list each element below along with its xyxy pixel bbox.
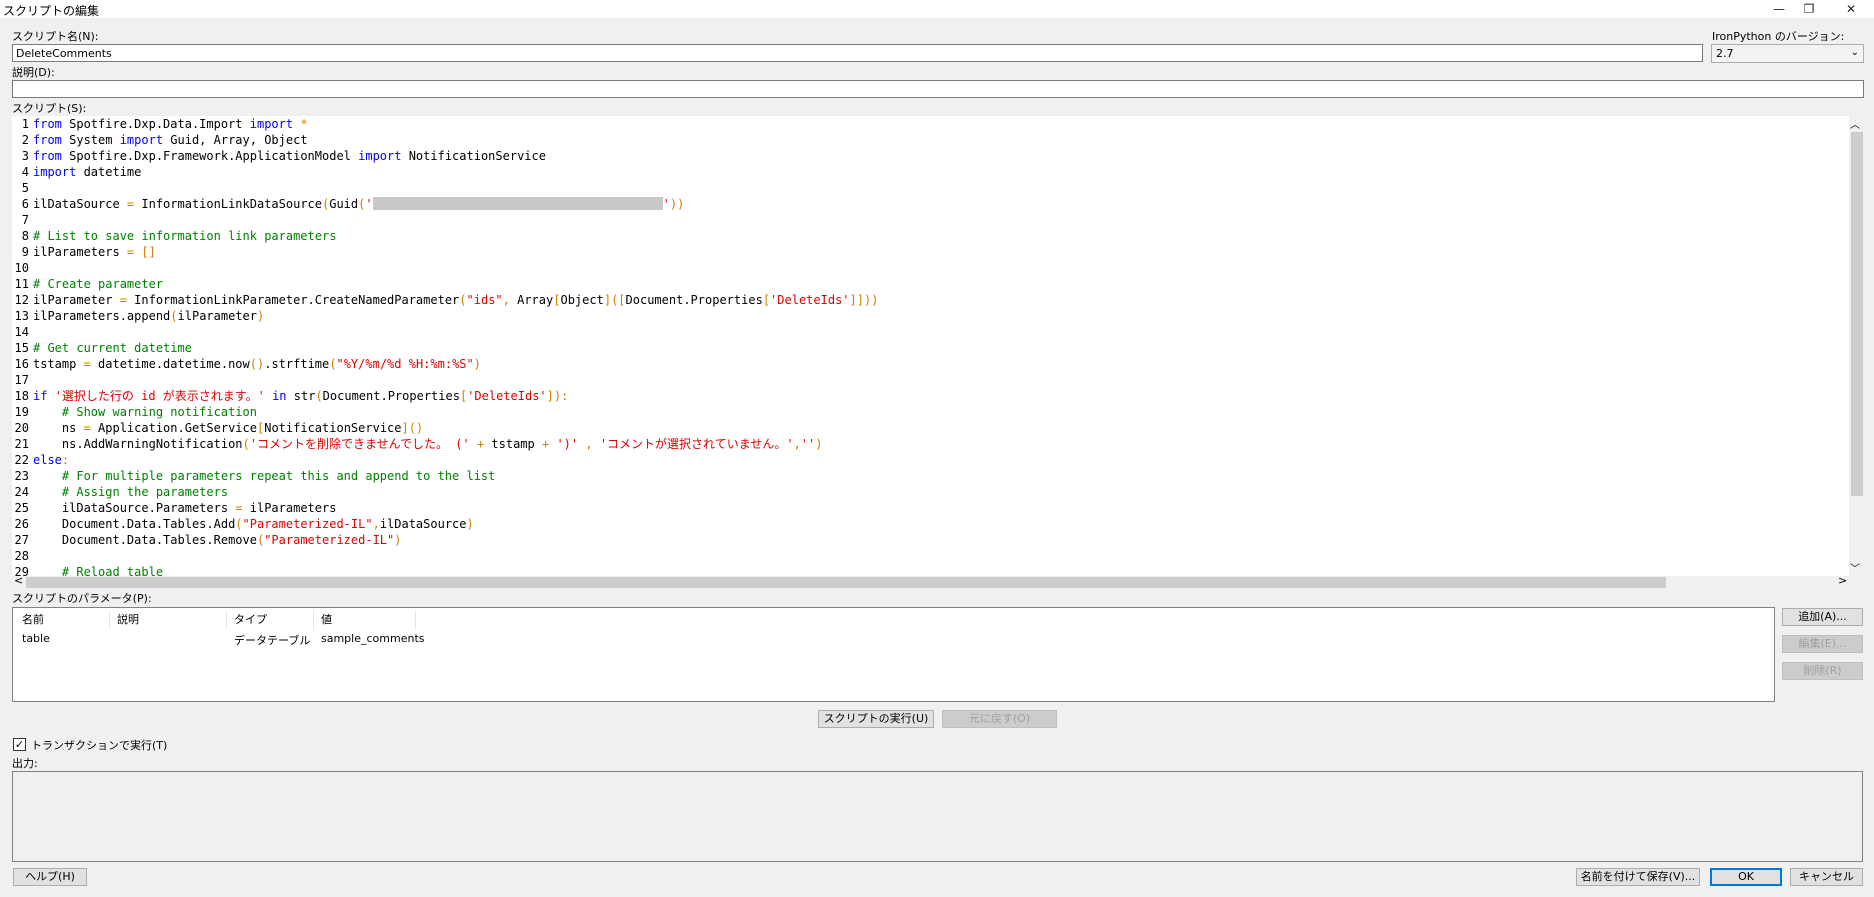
window-title: スクリプトの編集 [3, 4, 100, 18]
delete-parameter-button[interactable]: 削除(R) [1782, 662, 1863, 680]
description-label: 説明(D): [12, 66, 55, 79]
redacted-guid [372, 197, 663, 210]
restore-icon[interactable]: ❐ [1794, 0, 1824, 18]
editor-vertical-scrollbar[interactable]: ︿ ﹀ [1849, 116, 1863, 576]
table-row[interactable]: table データテーブル sample_comments [15, 631, 425, 647]
run-script-button[interactable]: スクリプトの実行(U) [818, 710, 934, 728]
column-header-type[interactable]: タイプ [227, 611, 314, 629]
param-name-cell: table [22, 632, 50, 645]
script-label: スクリプト(S): [12, 102, 87, 115]
ok-button[interactable]: OK [1710, 868, 1782, 886]
code-content: 1 from Spotfire.Dxp.Data.Import import * … [14, 117, 879, 576]
close-icon[interactable]: ✕ [1836, 0, 1866, 18]
parameters-list[interactable]: 名前 説明 タイプ 値 table データテーブル sample_comment… [12, 607, 1775, 702]
cancel-button[interactable]: キャンセル [1790, 868, 1863, 886]
script-editor[interactable]: 1 from Spotfire.Dxp.Data.Import import * … [12, 116, 1863, 576]
description-input[interactable] [12, 80, 1864, 98]
scroll-right-icon[interactable]: > [1838, 574, 1847, 587]
scroll-down-icon[interactable]: ﹀ [1850, 560, 1860, 575]
transaction-checkbox[interactable]: ✓ [13, 738, 26, 751]
output-area[interactable] [12, 771, 1863, 862]
parameters-label: スクリプトのパラメータ(P): [12, 592, 152, 605]
title-bar: スクリプトの編集 — ❐ ✕ [0, 0, 1874, 18]
undo-button[interactable]: 元に戻す(O) [942, 710, 1057, 728]
add-parameter-button[interactable]: 追加(A)... [1782, 608, 1863, 626]
column-header-description[interactable]: 説明 [110, 611, 227, 629]
scroll-up-icon[interactable]: ︿ [1850, 116, 1860, 131]
minimize-icon[interactable]: — [1764, 0, 1794, 18]
help-button[interactable]: ヘルプ(H) [13, 868, 87, 886]
edit-parameter-button[interactable]: 編集(E)... [1782, 635, 1863, 653]
param-value-cell: sample_comments [321, 632, 425, 645]
ironpython-version-select[interactable]: 2.7 ⌄ [1711, 44, 1864, 63]
editor-horizontal-scrollbar[interactable]: < > [12, 574, 1863, 588]
param-type-cell: データテーブル [234, 634, 311, 647]
ironpython-version-value: 2.7 [1716, 47, 1734, 60]
script-name-input[interactable]: DeleteComments [12, 44, 1703, 62]
output-label: 出力: [12, 757, 38, 770]
script-name-label: スクリプト名(N): [12, 30, 99, 43]
ironpython-version-label: IronPython のバージョン: [1712, 30, 1845, 43]
scroll-left-icon[interactable]: < [14, 574, 23, 587]
chevron-down-icon: ⌄ [1850, 47, 1859, 58]
editor-horizontal-scroll-thumb[interactable] [26, 577, 1666, 588]
editor-vertical-scroll-thumb[interactable] [1851, 132, 1863, 496]
save-as-button[interactable]: 名前を付けて保存(V)... [1576, 868, 1700, 886]
transaction-label[interactable]: トランザクションで実行(T) [31, 737, 167, 753]
column-header-value[interactable]: 値 [314, 611, 416, 629]
column-header-name[interactable]: 名前 [15, 611, 110, 629]
